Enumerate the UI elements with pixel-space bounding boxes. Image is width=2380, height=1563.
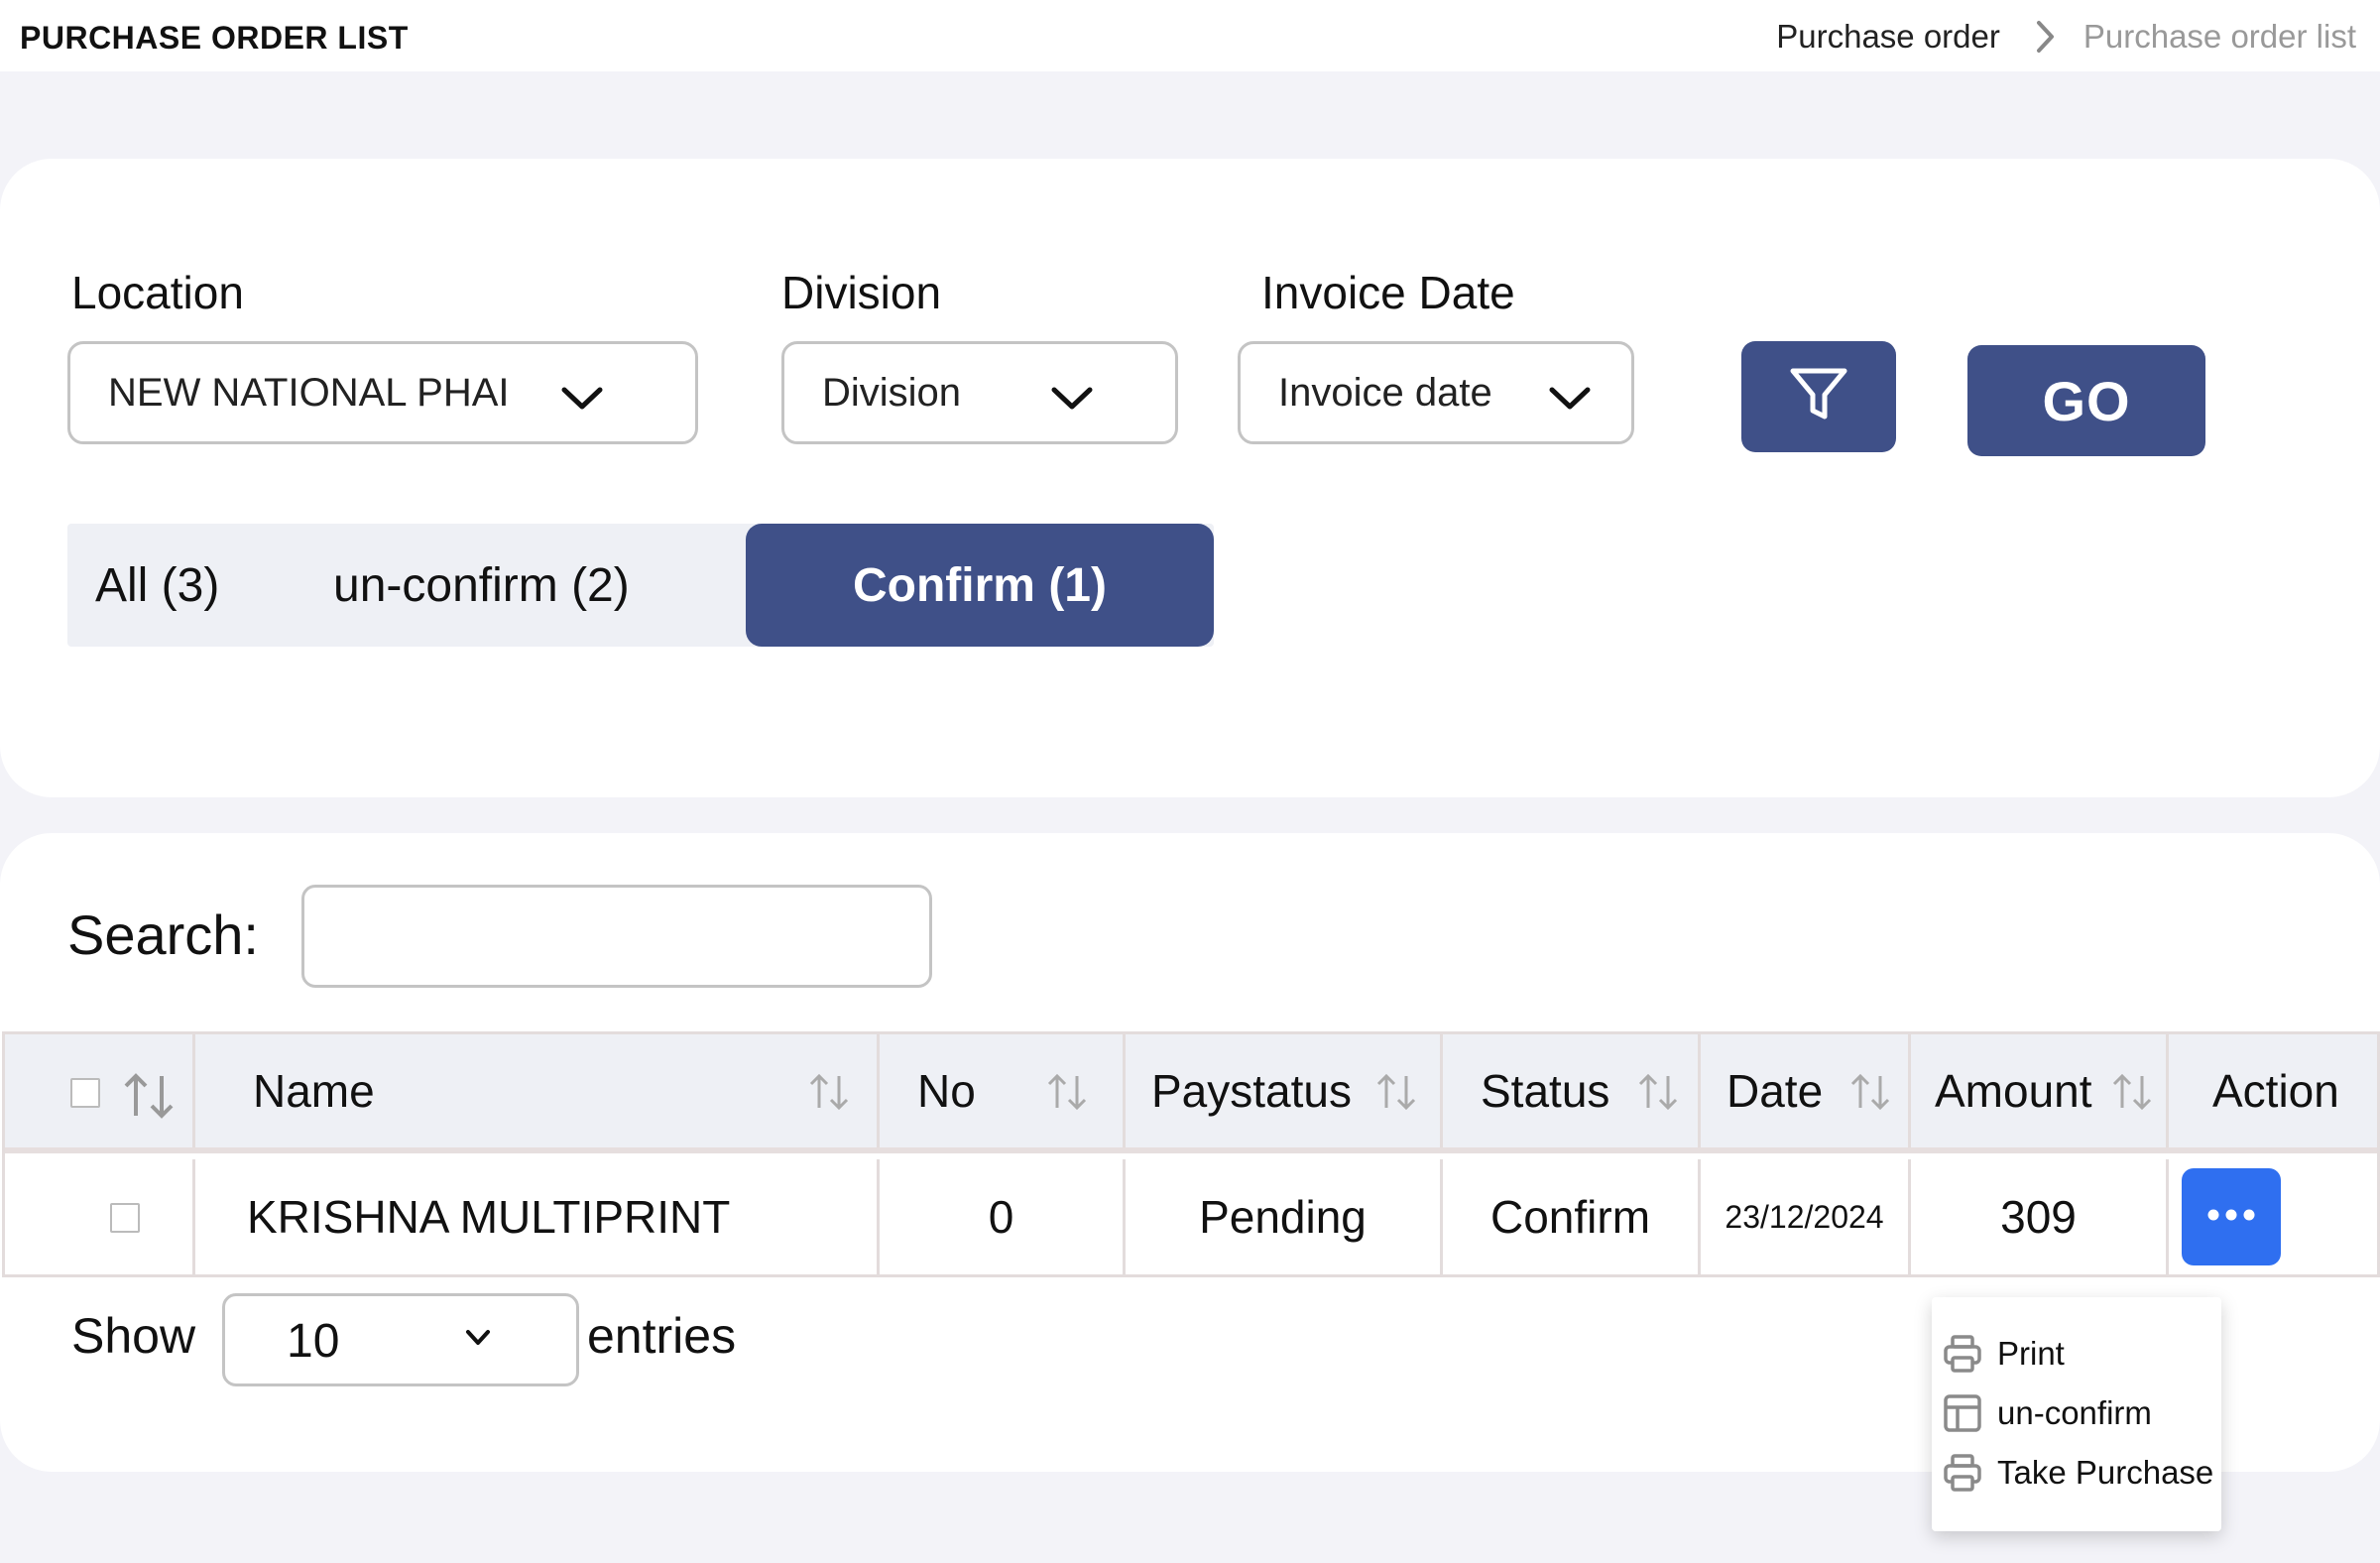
chevron-down-icon	[1548, 378, 1592, 422]
sort-icon[interactable]	[1046, 1072, 1088, 1117]
table-row: KRISHNA MULTIPRINT 0 Pending Confirm 23/…	[5, 1159, 2377, 1274]
header-status[interactable]: Status	[1443, 1034, 1701, 1147]
page-size-value: 10	[287, 1315, 340, 1368]
row-status: Confirm	[1489, 1191, 1651, 1243]
search-input[interactable]	[301, 885, 932, 988]
filter-button[interactable]	[1741, 341, 1896, 452]
menu-item-print[interactable]: Print	[1942, 1329, 2065, 1379]
column-date-label: Date	[1726, 1065, 1824, 1117]
column-name-label: Name	[253, 1065, 375, 1117]
sort-icon[interactable]	[1637, 1072, 1679, 1117]
cell-no: 0	[880, 1159, 1126, 1274]
row-paystatus: Pending	[1199, 1191, 1367, 1243]
menu-item-print-label: Print	[1997, 1335, 2065, 1372]
division-label: Division	[781, 267, 942, 318]
header-amount[interactable]: Amount	[1911, 1034, 2169, 1147]
location-value: NEW NATIONAL PHAI	[108, 370, 510, 415]
table-header: Name No Paystatus Status Date Amount Act…	[5, 1034, 2377, 1153]
layout-icon	[1942, 1392, 1983, 1434]
cell-date: 23/12/2024	[1701, 1159, 1911, 1274]
purchase-order-table: Name No Paystatus Status Date Amount Act…	[2, 1031, 2380, 1277]
cell-amount: 309	[1911, 1159, 2169, 1274]
action-dropdown-menu: Print un-confirm Take Purchase	[1932, 1297, 2221, 1531]
menu-item-un-confirm[interactable]: un-confirm	[1942, 1388, 2152, 1438]
more-horizontal-icon	[2206, 1208, 2256, 1227]
top-bar: PURCHASE ORDER LIST Purchase order Purch…	[0, 0, 2380, 71]
tab-confirm[interactable]: Confirm (1)	[746, 524, 1214, 647]
cell-paystatus: Pending	[1126, 1159, 1443, 1274]
location-label: Location	[71, 267, 244, 318]
invoice-date-select[interactable]: Invoice date	[1238, 341, 1634, 444]
sort-icon[interactable]	[1849, 1072, 1891, 1117]
status-tabs: All (3) un-confirm (2) Confirm (1)	[67, 524, 1214, 647]
sort-icon[interactable]	[122, 1072, 176, 1125]
breadcrumb-purchase-order[interactable]: Purchase order	[1776, 18, 2000, 56]
page-size-select[interactable]: 10	[222, 1293, 579, 1386]
menu-item-un-confirm-label: un-confirm	[1997, 1394, 2152, 1431]
column-paystatus-label: Paystatus	[1151, 1065, 1352, 1117]
filters-card	[0, 159, 2380, 797]
filter-icon	[1789, 365, 1848, 429]
location-select[interactable]: NEW NATIONAL PHAI	[67, 341, 698, 444]
tab-un-confirm[interactable]: un-confirm (2)	[333, 524, 630, 647]
chevron-down-icon	[465, 1328, 491, 1353]
cell-status: Confirm	[1443, 1159, 1701, 1274]
breadcrumb-purchase-order-list: Purchase order list	[2082, 18, 2356, 55]
header-paystatus[interactable]: Paystatus	[1126, 1034, 1443, 1147]
division-value: Division	[822, 370, 962, 415]
sort-icon[interactable]	[2111, 1072, 2153, 1117]
cell-name: KRISHNA MULTIPRINT	[195, 1159, 880, 1274]
chevron-right-icon	[2036, 20, 2056, 54]
header-action: Action	[2169, 1034, 2380, 1147]
tab-all[interactable]: All (3)	[95, 524, 219, 647]
division-select[interactable]: Division	[781, 341, 1178, 444]
menu-item-take-purchase[interactable]: Take Purchase	[1942, 1448, 2213, 1498]
column-status-label: Status	[1481, 1065, 1610, 1117]
header-no[interactable]: No	[880, 1034, 1126, 1147]
row-date: 23/12/2024	[1725, 1198, 1884, 1235]
menu-item-take-purchase-label: Take Purchase	[1997, 1454, 2214, 1491]
column-amount-label: Amount	[1935, 1065, 2092, 1117]
printer-icon	[1942, 1333, 1983, 1375]
show-label: Show	[71, 1308, 196, 1364]
chevron-down-icon	[1050, 378, 1094, 422]
sort-icon[interactable]	[1375, 1072, 1417, 1117]
page-title: PURCHASE ORDER LIST	[20, 20, 409, 56]
row-action-button[interactable]	[2182, 1168, 2281, 1265]
printer-icon	[1942, 1452, 1983, 1494]
column-no-label: No	[917, 1065, 976, 1117]
search-label: Search:	[67, 903, 259, 966]
row-amount: 309	[2000, 1191, 2077, 1243]
header-select-cell	[5, 1034, 195, 1147]
entries-label: entries	[587, 1308, 737, 1364]
row-no: 0	[988, 1191, 1014, 1243]
row-checkbox[interactable]	[110, 1203, 140, 1233]
column-action-label: Action	[2212, 1065, 2339, 1117]
breadcrumb: Purchase order Purchase order list	[1776, 18, 2356, 56]
chevron-down-icon	[560, 378, 604, 422]
header-date[interactable]: Date	[1701, 1034, 1911, 1147]
row-select-cell	[5, 1159, 195, 1274]
invoice-date-label: Invoice Date	[1261, 267, 1515, 318]
row-name: KRISHNA MULTIPRINT	[247, 1191, 731, 1243]
select-all-checkbox[interactable]	[70, 1078, 100, 1108]
invoice-date-value: Invoice date	[1278, 370, 1492, 415]
header-name[interactable]: Name	[195, 1034, 880, 1147]
go-button[interactable]: GO	[1967, 345, 2205, 456]
sort-icon[interactable]	[808, 1072, 850, 1117]
